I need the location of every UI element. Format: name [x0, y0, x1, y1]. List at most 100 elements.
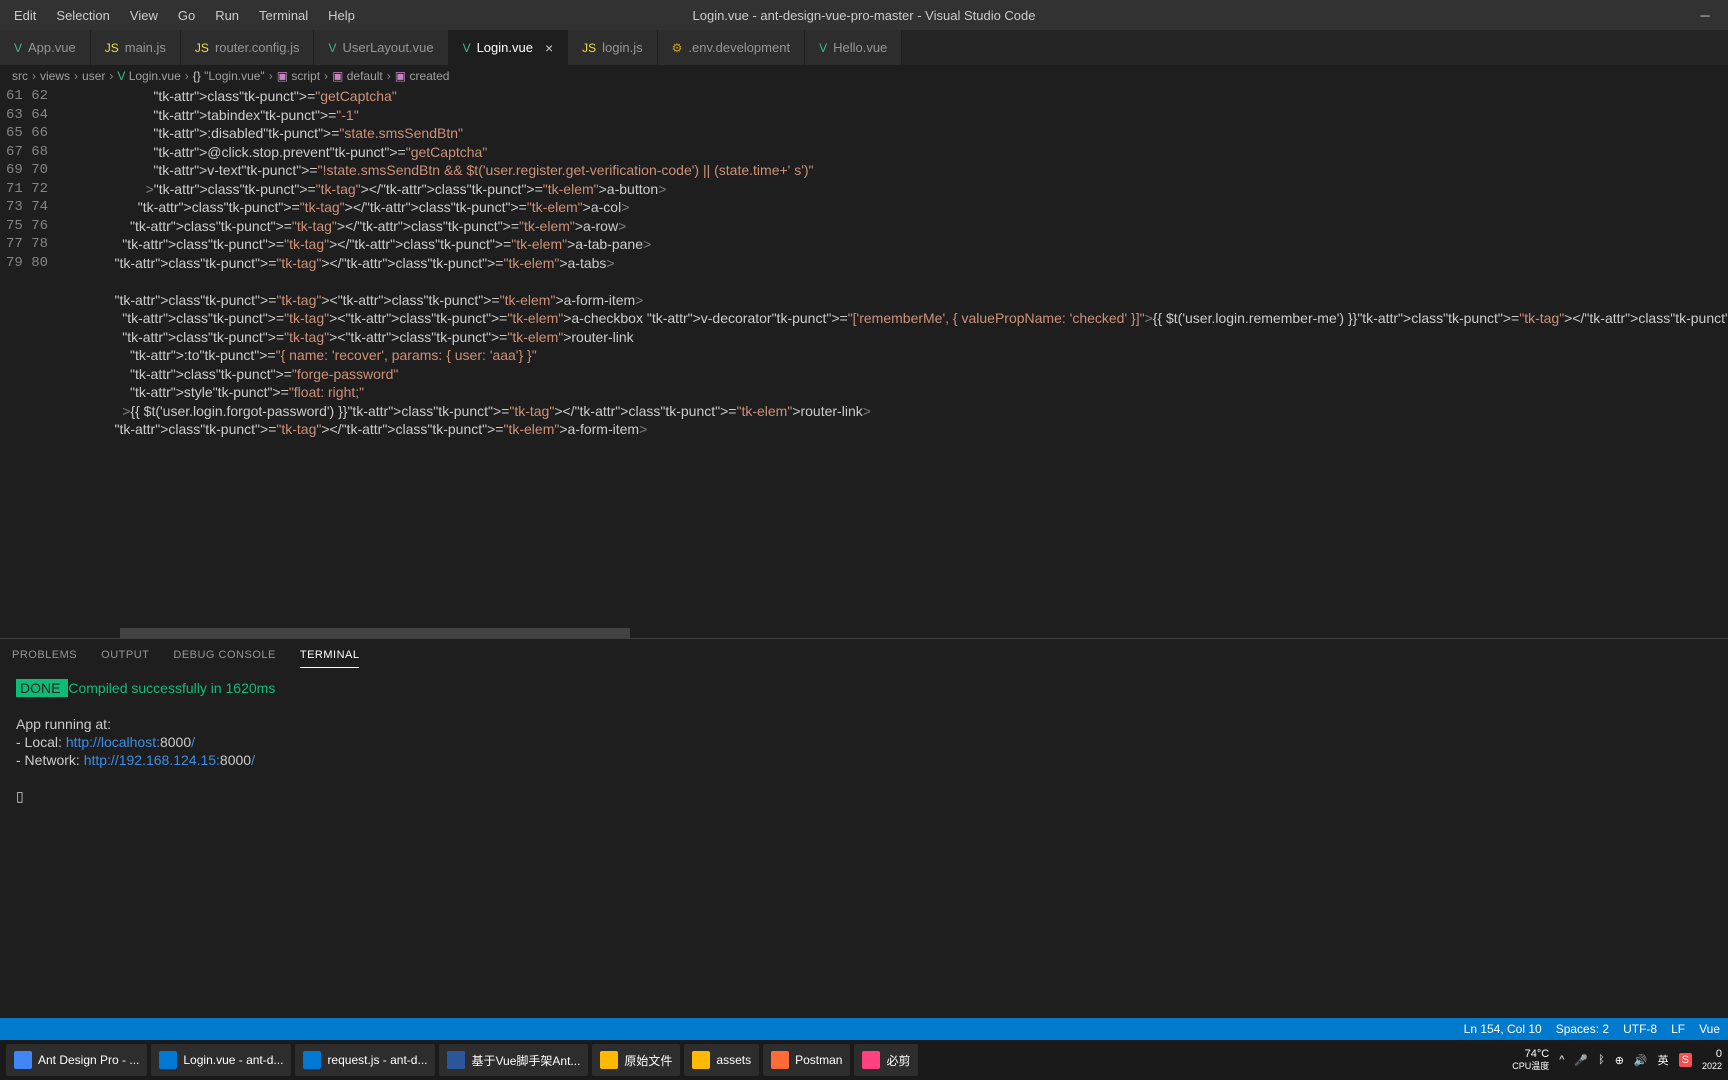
editor-tab[interactable]: V Login.vue × — [449, 30, 569, 65]
breadcrumb-item[interactable]: user — [82, 69, 105, 83]
cube-icon: ▣ — [277, 69, 288, 83]
tab-label: router.config.js — [215, 40, 300, 55]
code-content[interactable]: "tk-attr">class"tk-punct">="getCaptcha" … — [60, 87, 1728, 638]
status-position[interactable]: Ln 154, Col 10 — [1464, 1022, 1542, 1036]
terminal-content[interactable]: DONE Compiled successfully in 1620ms 上午 … — [0, 671, 1728, 1018]
app-icon — [692, 1051, 710, 1069]
breadcrumb-item[interactable]: src — [12, 69, 28, 83]
menu-view[interactable]: View — [120, 2, 168, 29]
vue-icon: V — [328, 41, 336, 55]
editor-tab[interactable]: V App.vue — [0, 30, 91, 65]
breadcrumb-item[interactable]: views — [40, 69, 70, 83]
taskbar-item[interactable]: Postman — [763, 1044, 850, 1076]
taskbar-item[interactable]: Login.vue - ant-d... — [151, 1044, 291, 1076]
taskbar-label: request.js - ant-d... — [327, 1053, 427, 1067]
window-controls: ─ — [1682, 0, 1728, 30]
tab-problems[interactable]: PROBLEMS — [12, 643, 77, 667]
js-icon: JS — [105, 41, 119, 55]
js-icon: JS — [195, 41, 209, 55]
vue-icon: V — [463, 41, 471, 55]
done-badge: DONE — [16, 679, 68, 697]
horizontal-scrollbar[interactable] — [120, 628, 630, 638]
close-icon[interactable]: × — [545, 40, 553, 56]
taskbar-item[interactable]: Ant Design Pro - ... — [6, 1044, 147, 1076]
line-gutter: 61 62 63 64 65 66 67 68 69 70 71 72 73 7… — [0, 87, 60, 638]
editor-body[interactable]: 61 62 63 64 65 66 67 68 69 70 71 72 73 7… — [0, 87, 1728, 638]
taskbar-label: Ant Design Pro - ... — [38, 1053, 139, 1067]
system-tray[interactable]: 74°C CPU温度 ^ 🎤 ᛒ ⊕ 🔊 英 S 0 2022 — [1512, 1048, 1722, 1072]
app-icon — [14, 1051, 32, 1069]
tab-terminal[interactable]: TERMINAL — [300, 643, 360, 668]
tray-bt-icon[interactable]: ᛒ — [1598, 1054, 1605, 1066]
tab-bar: VApp.vueJSmain.jsJSrouter.config.jsVUser… — [0, 30, 1728, 65]
tray-ime-icon[interactable]: 英 — [1658, 1052, 1669, 1068]
tab-output[interactable]: OUTPUT — [101, 643, 149, 667]
chevron-right-icon: › — [32, 69, 36, 83]
app-icon — [600, 1051, 618, 1069]
term-line-network: - Network: http://192.168.124.15:8000/ — [16, 751, 1728, 769]
tab-label: App.vue — [28, 40, 76, 55]
taskbar-item[interactable]: 基于Vue脚手架Ant... — [439, 1044, 588, 1076]
taskbar-item[interactable]: request.js - ant-d... — [295, 1044, 435, 1076]
status-encoding[interactable]: UTF-8 — [1623, 1022, 1657, 1036]
menu-run[interactable]: Run — [205, 2, 249, 29]
menu-go[interactable]: Go — [168, 2, 205, 29]
app-icon — [862, 1051, 880, 1069]
vue-icon: V — [14, 41, 22, 55]
titlebar: Edit Selection View Go Run Terminal Help… — [0, 0, 1728, 30]
local-url[interactable]: http://localhost:8000/ — [66, 734, 195, 750]
chevron-right-icon: › — [324, 69, 328, 83]
tray-net-icon[interactable]: ⊕ — [1615, 1054, 1624, 1067]
breadcrumb-item[interactable]: ▣ created — [395, 69, 450, 83]
vue-icon: V — [117, 69, 125, 83]
app-icon — [771, 1051, 789, 1069]
clock[interactable]: 0 2022 — [1702, 1048, 1722, 1072]
breadcrumb-item[interactable]: V Login.vue — [117, 69, 180, 83]
js-icon: JS — [582, 41, 596, 55]
tray-vol-icon[interactable]: 🔊 — [1634, 1054, 1648, 1067]
tray-sogou-icon[interactable]: S — [1679, 1053, 1692, 1067]
taskbar-item[interactable]: 必剪 — [854, 1044, 918, 1076]
tray-up-icon[interactable]: ^ — [1559, 1054, 1564, 1066]
term-line: App running at: — [16, 715, 1728, 733]
editor-tab[interactable]: VHello.vue — [805, 30, 902, 65]
tab-label: Login.vue — [477, 40, 533, 55]
network-url[interactable]: http://192.168.124.15:8000/ — [84, 752, 255, 768]
breadcrumb-item[interactable]: ▣ script — [277, 69, 320, 83]
taskbar-item[interactable]: assets — [684, 1044, 759, 1076]
taskbar-label: Postman — [795, 1053, 842, 1067]
editor-tab[interactable]: JSmain.js — [91, 30, 181, 65]
tab-label: .env.development — [688, 40, 790, 55]
taskbar: Ant Design Pro - ... Login.vue - ant-d...… — [0, 1040, 1728, 1080]
app-icon — [303, 1051, 321, 1069]
app-icon — [159, 1051, 177, 1069]
editor-tab[interactable]: V UserLayout.vue — [314, 30, 448, 65]
chevron-right-icon: › — [387, 69, 391, 83]
breadcrumb[interactable]: src › views › user › V Login.vue › {} "Login.vue… — [0, 65, 1728, 87]
app-icon — [447, 1051, 465, 1069]
editor-tab[interactable]: JS router.config.js — [181, 30, 315, 65]
chevron-right-icon: › — [74, 69, 78, 83]
statusbar: Ln 154, Col 10 Spaces: 2 UTF-8 LF Vue — [0, 1018, 1728, 1040]
breadcrumb-item[interactable]: {} "Login.vue" — [193, 69, 265, 83]
menu-help[interactable]: Help — [318, 2, 365, 29]
menu-terminal[interactable]: Terminal — [249, 2, 318, 29]
menu-edit[interactable]: Edit — [4, 2, 46, 29]
tab-debug-console[interactable]: DEBUG CONSOLE — [173, 643, 275, 667]
minimize-button[interactable]: ─ — [1682, 0, 1728, 30]
taskbar-label: 原始文件 — [624, 1052, 672, 1069]
taskbar-item[interactable]: 原始文件 — [592, 1044, 680, 1076]
term-line-local: - Local: http://localhost:8000/ — [16, 733, 1728, 751]
status-lang[interactable]: Vue — [1699, 1022, 1720, 1036]
menu-selection[interactable]: Selection — [46, 2, 119, 29]
tab-label: login.js — [602, 40, 642, 55]
status-eol[interactable]: LF — [1671, 1022, 1685, 1036]
tab-label: UserLayout.vue — [343, 40, 434, 55]
editor-tab[interactable]: ⚙.env.development — [658, 30, 805, 65]
tray-mic-icon[interactable]: 🎤 — [1574, 1054, 1588, 1067]
chevron-right-icon: › — [109, 69, 113, 83]
editor-tab[interactable]: JS login.js — [568, 30, 657, 65]
breadcrumb-item[interactable]: ▣ default — [332, 69, 383, 83]
status-spaces[interactable]: Spaces: 2 — [1556, 1022, 1609, 1036]
editor-area: VApp.vueJSmain.jsJSrouter.config.jsVUser… — [0, 30, 1728, 1018]
